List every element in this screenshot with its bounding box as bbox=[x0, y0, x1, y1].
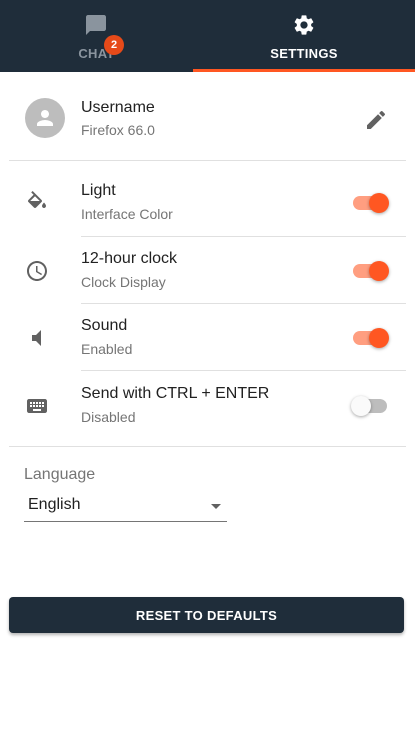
setting-row-theme: Light Interface Color bbox=[9, 169, 406, 236]
tab-settings[interactable]: SETTINGS bbox=[193, 0, 415, 72]
setting-subtitle: Clock Display bbox=[81, 274, 166, 290]
setting-subtitle: Interface Color bbox=[81, 206, 173, 222]
toggle-thumb bbox=[369, 328, 389, 348]
divider bbox=[9, 160, 406, 161]
profile-row: Username Firefox 66.0 bbox=[9, 86, 406, 160]
setting-title: Send with CTRL + ENTER bbox=[81, 385, 270, 402]
toggle-thumb bbox=[369, 193, 389, 213]
username: Username bbox=[81, 99, 155, 116]
sound-toggle[interactable] bbox=[351, 327, 389, 349]
setting-title: Sound bbox=[81, 317, 128, 334]
tab-chat[interactable]: CHAT 2 bbox=[0, 0, 193, 72]
pencil-icon[interactable] bbox=[364, 108, 388, 132]
setting-subtitle: Enabled bbox=[81, 341, 133, 357]
tab-chat-label: CHAT bbox=[78, 46, 115, 61]
reset-to-defaults-button[interactable]: RESET TO DEFAULTS bbox=[9, 597, 404, 633]
setting-row-clock: 12-hour clock Clock Display bbox=[9, 237, 406, 304]
speaker-icon bbox=[32, 330, 41, 346]
theme-toggle[interactable] bbox=[351, 192, 389, 214]
clock-toggle[interactable] bbox=[351, 260, 389, 282]
divider bbox=[81, 370, 406, 371]
language-label: Language bbox=[24, 466, 96, 483]
tab-settings-label: SETTINGS bbox=[270, 46, 338, 61]
chat-bubble-icon bbox=[86, 15, 106, 35]
chevron-down-icon bbox=[211, 504, 221, 509]
tab-bar: CHAT 2 SETTINGS bbox=[0, 0, 415, 72]
unread-badge: 2 bbox=[104, 35, 124, 55]
active-tab-indicator bbox=[193, 69, 415, 72]
language-value: English bbox=[28, 496, 81, 513]
divider bbox=[9, 446, 406, 447]
toggle-thumb bbox=[369, 261, 389, 281]
language-select[interactable]: English bbox=[24, 492, 227, 522]
avatar bbox=[25, 98, 65, 138]
setting-title: 12-hour clock bbox=[81, 250, 178, 267]
setting-title: Light bbox=[81, 182, 116, 199]
setting-row-send-shortcut: Send with CTRL + ENTER Disabled bbox=[9, 372, 406, 439]
paint-bucket-icon bbox=[27, 191, 46, 208]
toggle-thumb bbox=[351, 396, 371, 416]
setting-subtitle: Disabled bbox=[81, 409, 136, 425]
gear-icon bbox=[294, 15, 314, 35]
keyboard-icon bbox=[27, 399, 47, 413]
send-shortcut-toggle[interactable] bbox=[351, 395, 389, 417]
person-icon bbox=[37, 110, 53, 126]
browser-version: Firefox 66.0 bbox=[81, 122, 155, 138]
setting-row-sound: Sound Enabled bbox=[9, 304, 406, 371]
clock-icon bbox=[27, 261, 47, 281]
